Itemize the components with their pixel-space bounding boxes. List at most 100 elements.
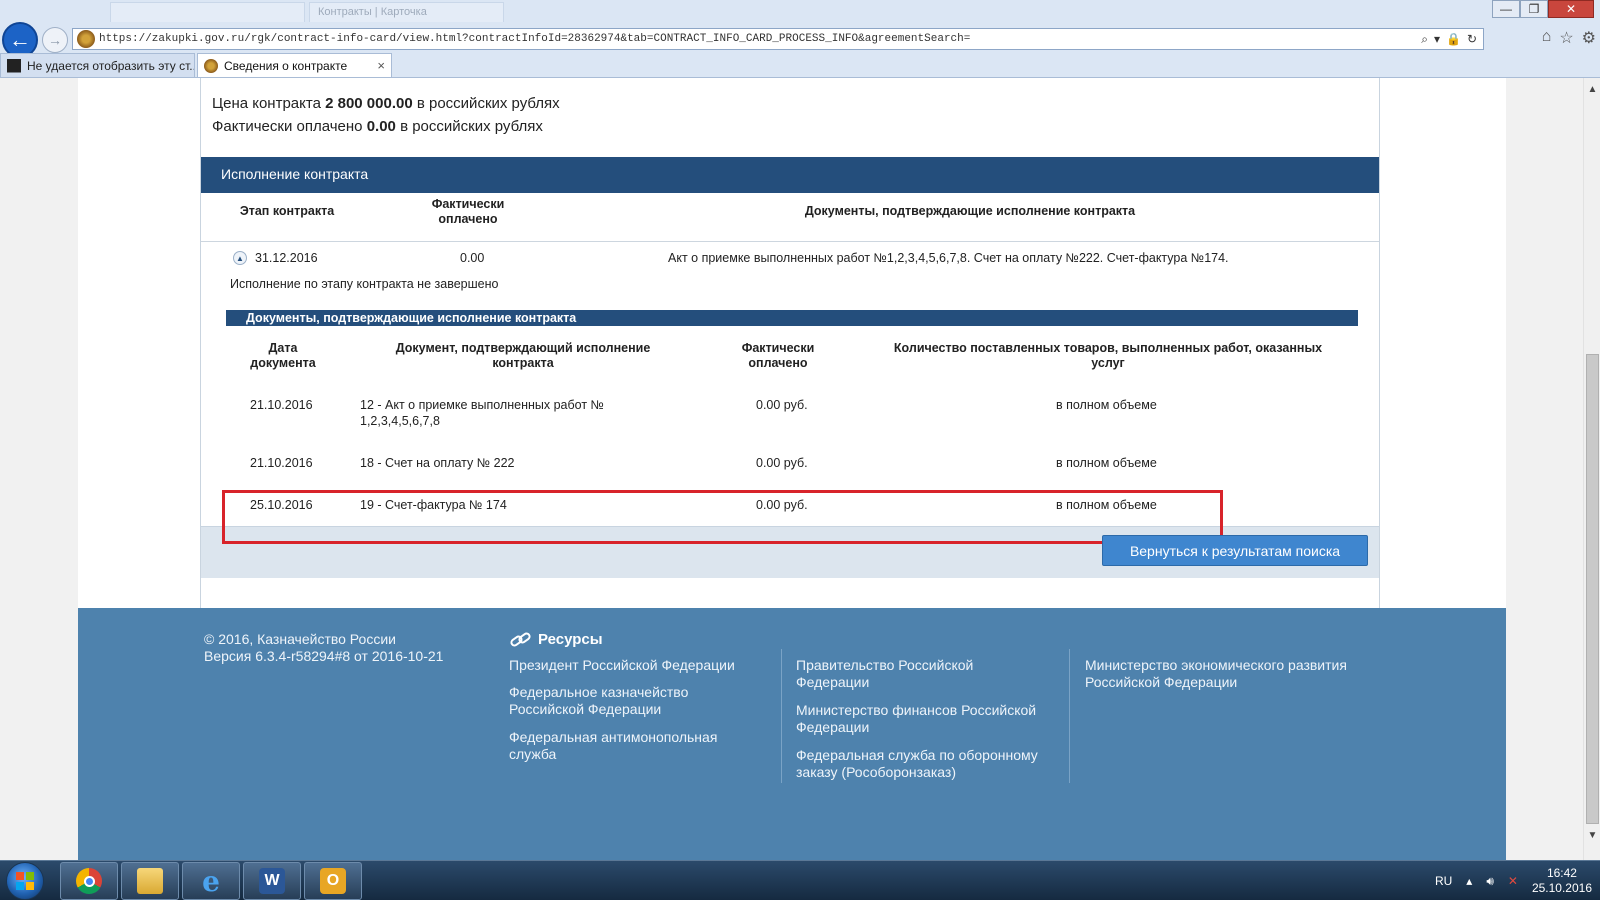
doc-row-1-date: 21.10.2016 [250, 398, 313, 412]
system-clock[interactable]: 16:42 25.10.2016 [1532, 866, 1592, 896]
error-page-icon [7, 58, 21, 73]
footer-version: Версия 6.3.4-r58294#8 от 2016-10-21 [204, 648, 444, 664]
crest-icon [204, 58, 218, 73]
page-content: Цена контракта 2 800 000.00 в российских… [0, 78, 1583, 860]
doc-row-2-quantity: в полном объеме [1056, 456, 1157, 470]
price-value: 2 800 000.00 [325, 95, 413, 112]
footer-link-president[interactable]: Президент Российской Федерации [509, 657, 759, 674]
show-hidden-icons-icon[interactable]: ▴ [1466, 874, 1472, 888]
taskbar-word[interactable]: W [243, 862, 301, 900]
tab-error-page[interactable]: Не удается отобразить эту ст... [0, 53, 195, 77]
chevron-down-icon[interactable]: ▾ [1434, 32, 1440, 47]
network-error-icon[interactable]: ✕ [1508, 874, 1518, 888]
footer-divider [781, 649, 782, 783]
taskbar-internet-explorer[interactable]: e [182, 862, 240, 900]
system-tray: RU ▴ 🔊︎ ✕ 16:42 25.10.2016 [1435, 861, 1592, 900]
url-text[interactable]: https://zakupki.gov.ru/rgk/contract-info… [99, 33, 1415, 45]
tab-strip: Не удается отобразить эту ст... Сведения… [0, 53, 1600, 77]
contract-paid: Фактически оплачено 0.00 в российских ру… [212, 118, 543, 135]
contract-price: Цена контракта 2 800 000.00 в российских… [212, 95, 560, 112]
arrow-left-icon: ← [9, 27, 31, 52]
footer-resources-heading: Ресурсы [508, 630, 603, 648]
browser-toolbar: ⌂ ☆ ⚙ [1542, 28, 1596, 48]
search-icon[interactable]: ⌕ [1421, 32, 1428, 47]
background-tab: Контракты | Карточка [309, 2, 504, 22]
maximize-button[interactable]: ❐ [1520, 0, 1548, 18]
footer-link-economy-ministry[interactable]: Министерство экономического развития Рос… [1085, 657, 1375, 691]
stage-date: 31.12.2016 [255, 251, 318, 265]
word-icon: W [259, 868, 285, 894]
column-header-document: Документ, подтверждающий исполнение конт… [395, 341, 651, 370]
resources-title: Ресурсы [538, 631, 603, 648]
footer-link-government[interactable]: Правительство Российской Федерации [796, 657, 996, 691]
forward-button[interactable]: → [42, 27, 68, 53]
refresh-icon[interactable]: ↻ [1467, 32, 1477, 47]
column-header-doc-date: Дата документа [250, 341, 316, 370]
gear-icon[interactable]: ⚙ [1582, 28, 1596, 48]
column-header-paid: Фактически оплачено [431, 197, 505, 226]
taskbar-outlook[interactable]: O [304, 862, 362, 900]
scroll-thumb[interactable] [1586, 354, 1599, 824]
vertical-scrollbar[interactable]: ▲ ▼ [1583, 78, 1600, 860]
volume-icon[interactable]: 🔊︎ [1486, 874, 1494, 889]
lock-icon[interactable]: 🔒 [1446, 32, 1461, 47]
clock-date: 25.10.2016 [1531, 881, 1592, 895]
doc-row-1-paid: 0.00 руб. [756, 398, 808, 412]
doc-row-1-document: 12 - Акт о приемке выполненных работ № 1… [360, 398, 604, 428]
site-favicon-icon [77, 30, 95, 48]
folder-icon [137, 868, 163, 894]
footer-link-treasury[interactable]: Федеральное казначейство Российской Феде… [509, 684, 719, 718]
start-button[interactable] [6, 862, 44, 900]
collapse-toggle-icon[interactable]: ▲ [233, 251, 247, 265]
minimize-button[interactable]: — [1492, 0, 1520, 18]
windows-logo-icon [16, 872, 34, 890]
price-label: Цена контракта [212, 95, 321, 112]
footer-copyright: © 2016, Казначейство России [204, 631, 396, 647]
internet-explorer-icon: e [202, 864, 220, 898]
column-header-stage: Этап контракта [239, 204, 335, 218]
column-header-doc-paid: Фактически оплачено [741, 341, 815, 370]
tab-label: Сведения о контракте [224, 58, 348, 73]
footer-link-minfin[interactable]: Министерство финансов Российской Федерац… [796, 702, 1056, 736]
documents-subheader: Документы, подтверждающие исполнение кон… [226, 310, 1358, 326]
doc-row-2-date: 21.10.2016 [250, 456, 313, 470]
doc-row-2-paid: 0.00 руб. [756, 456, 808, 470]
paid-value: 0.00 [366, 118, 396, 135]
star-icon[interactable]: ☆ [1559, 28, 1573, 48]
footer-link-antimonopoly[interactable]: Федеральная антимонопольная служба [509, 729, 739, 763]
close-window-button[interactable]: ✕ [1548, 0, 1594, 18]
arrow-right-icon: → [48, 32, 62, 48]
doc-row-1-quantity: в полном объеме [1056, 398, 1157, 412]
windows-taskbar: e W O RU ▴ 🔊︎ ✕ 16:42 25.10.2016 [0, 860, 1600, 900]
column-header-documents: Документы, подтверждающие исполнение кон… [804, 204, 1136, 218]
language-indicator[interactable]: RU [1435, 874, 1452, 888]
taskbar-chrome[interactable] [60, 862, 118, 900]
scroll-up-icon[interactable]: ▲ [1584, 84, 1600, 98]
row-divider [201, 241, 1379, 242]
window-controls: — ❐ ✕ [1492, 0, 1594, 18]
scroll-down-icon[interactable]: ▼ [1584, 830, 1600, 844]
column-header-quantity: Количество поставленных товаров, выполне… [893, 341, 1323, 370]
tab-contract-info[interactable]: Сведения о контракте × [197, 53, 392, 77]
link-icon [508, 630, 533, 648]
back-to-results-button[interactable]: Вернуться к результатам поиска [1102, 535, 1368, 566]
home-icon[interactable]: ⌂ [1542, 28, 1552, 48]
address-bar[interactable]: https://zakupki.gov.ru/rgk/contract-info… [72, 28, 1484, 50]
background-window-tabs: Контракты | Карточка [110, 2, 504, 22]
stage-documents: Акт о приемке выполненных работ №1,2,3,4… [668, 251, 1229, 265]
section-header: Исполнение контракта [201, 157, 1379, 193]
stage-status-note: Исполнение по этапу контракта не заверше… [230, 277, 499, 291]
price-currency: в российских рублях [416, 95, 560, 112]
highlight-annotation [222, 490, 1223, 544]
clock-time: 16:42 [1546, 866, 1577, 880]
tab-label: Не удается отобразить эту ст... [27, 58, 195, 73]
paid-label: Фактически оплачено [212, 118, 363, 135]
chrome-icon [76, 868, 102, 894]
footer-link-defense-order[interactable]: Федеральная служба по оборонному заказу … [796, 747, 1056, 781]
close-icon[interactable]: × [377, 58, 385, 73]
paid-currency: в российских рублях [400, 118, 543, 135]
taskbar-file-explorer[interactable] [121, 862, 179, 900]
outlook-icon: O [320, 868, 346, 894]
background-tab [110, 2, 305, 22]
address-bar-actions: ⌕ ▾ 🔒 ↻ [1415, 32, 1483, 47]
